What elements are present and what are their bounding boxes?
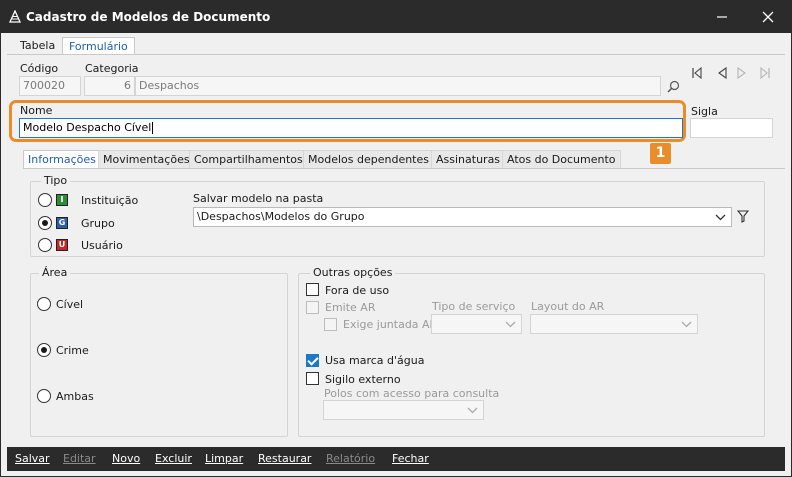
close-icon (762, 11, 774, 23)
categoria-number-field[interactable]: 6 (84, 76, 135, 96)
area-title: Área (39, 266, 71, 279)
usa-marca-dagua-label: Usa marca d'água (325, 354, 425, 367)
layout-ar-dropdown[interactable] (530, 314, 698, 334)
tab-assinaturas[interactable]: Assinaturas (431, 150, 506, 169)
fora-de-uso-label: Fora de uso (325, 284, 390, 297)
limpar-button[interactable]: Limpar (205, 452, 243, 465)
window-title: Cadastro de Modelos de Documento (26, 10, 271, 24)
sigla-label: Sigla (691, 105, 718, 118)
nome-value: Modelo Despacho Cível (23, 121, 152, 134)
title-bar: Cadastro de Modelos de Documento (1, 1, 791, 33)
codigo-field[interactable]: 700020 (19, 76, 81, 96)
area-crime-radio[interactable] (37, 343, 51, 357)
restaurar-button[interactable]: Restaurar (258, 452, 311, 465)
minimize-icon (717, 16, 727, 18)
tab-formulario[interactable]: Formulário (62, 37, 135, 55)
exige-juntada-ar-label: Exige juntada AR (343, 318, 438, 331)
search-icon[interactable] (667, 80, 680, 93)
tab-atos-do-documento[interactable]: Atos do Documento (502, 150, 621, 169)
salvar-button[interactable]: Salvar (15, 452, 50, 465)
chevron-down-icon (715, 214, 726, 221)
outras-opcoes-title: Outras opções (310, 266, 396, 279)
action-bar: Salvar Editar Novo Excluir Limpar Restau… (7, 447, 785, 471)
categoria-name-field[interactable]: Despachos (135, 76, 661, 96)
tab-movimentacoes[interactable]: Movimentações (98, 150, 195, 169)
filter-icon[interactable] (737, 210, 749, 223)
previous-record-icon[interactable] (716, 67, 728, 79)
tab-informacoes[interactable]: Informações (23, 150, 101, 169)
emite-ar-label: Emite AR (325, 301, 376, 314)
editar-button[interactable]: Editar (63, 452, 96, 465)
main-window: Cadastro de Modelos de Documento Tabela … (0, 0, 792, 477)
excluir-button[interactable]: Excluir (155, 452, 192, 465)
chevron-down-icon (505, 321, 516, 328)
text-caret (152, 122, 154, 134)
tipo-grupo-radio[interactable] (38, 216, 52, 230)
relatorio-button[interactable]: Relatório (326, 452, 375, 465)
polos-dropdown[interactable] (323, 400, 484, 420)
area-ambas-radio[interactable] (37, 389, 51, 403)
last-record-icon[interactable] (759, 67, 771, 79)
fechar-button[interactable]: Fechar (392, 452, 429, 465)
codigo-label: Código (20, 62, 59, 75)
sigilo-externo-checkbox[interactable] (306, 372, 319, 385)
tab-divider (7, 54, 785, 55)
close-button[interactable] (752, 5, 784, 29)
categoria-label: Categoria (85, 62, 139, 75)
fora-de-uso-checkbox[interactable] (306, 283, 319, 296)
grupo-icon: G (56, 217, 68, 229)
emite-ar-checkbox[interactable] (306, 301, 319, 314)
pasta-dropdown[interactable]: \Despachos\Modelos do Grupo (193, 207, 732, 227)
novo-button[interactable]: Novo (112, 452, 140, 465)
sub-tab-divider (23, 168, 785, 169)
next-record-icon[interactable] (736, 67, 748, 79)
instituicao-icon: I (56, 194, 68, 206)
tab-tabela[interactable]: Tabela (14, 37, 61, 55)
pasta-label: Salvar modelo na pasta (193, 192, 324, 205)
exige-juntada-ar-checkbox[interactable] (324, 318, 337, 331)
area-crime-label: Crime (56, 344, 89, 357)
polos-label: Polos com acesso para consulta (324, 387, 500, 400)
nome-label: Nome (20, 104, 53, 117)
chevron-down-icon (681, 321, 692, 328)
tipo-grupo-label: Grupo (81, 217, 115, 230)
callout-badge: 1 (650, 143, 671, 164)
tipo-usuario-radio[interactable] (38, 238, 52, 252)
minimize-button[interactable] (706, 5, 738, 29)
tab-compartilhamentos[interactable]: Compartilhamentos (189, 150, 308, 169)
usa-marca-dagua-checkbox[interactable] (306, 354, 319, 367)
chevron-down-icon (467, 407, 478, 414)
tipo-instituicao-label: Instituição (81, 194, 139, 207)
nome-input[interactable]: Modelo Despacho Cível (19, 118, 683, 138)
sigla-input[interactable] (690, 118, 773, 138)
area-civel-radio[interactable] (37, 297, 51, 311)
tipo-servico-dropdown[interactable] (431, 314, 522, 334)
tipo-servico-label: Tipo de serviço (432, 300, 516, 313)
area-ambas-label: Ambas (56, 390, 94, 403)
first-record-icon[interactable] (691, 67, 703, 79)
tipo-usuario-label: Usuário (81, 239, 123, 252)
area-civel-label: Cível (56, 298, 84, 311)
tab-modelos-dependentes[interactable]: Modelos dependentes (303, 150, 434, 169)
document-tree-icon (8, 10, 22, 23)
pasta-value: \Despachos\Modelos do Grupo (197, 210, 365, 223)
tipo-title: Tipo (41, 174, 71, 187)
layout-ar-label: Layout do AR (531, 300, 605, 313)
sigilo-externo-label: Sigilo externo (325, 373, 401, 386)
usuario-icon: U (56, 239, 68, 251)
tipo-instituicao-radio[interactable] (38, 193, 52, 207)
